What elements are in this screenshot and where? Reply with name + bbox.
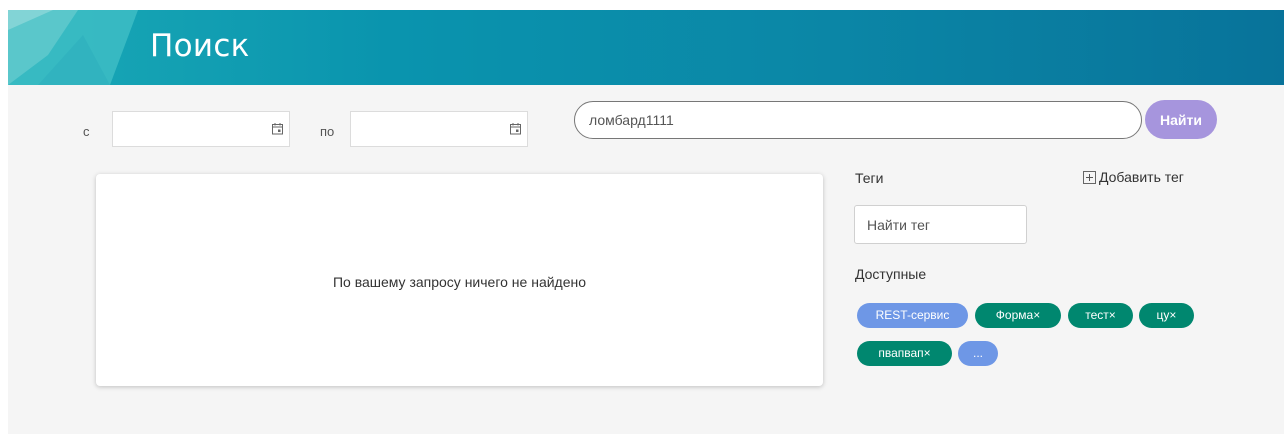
page-title: Поиск	[150, 28, 250, 64]
tags-title: Теги	[855, 170, 884, 186]
available-tags-title: Доступные	[855, 266, 927, 282]
date-to-input[interactable]	[351, 112, 527, 146]
add-tag-button[interactable]: Добавить тег	[1083, 169, 1184, 185]
tag-chip[interactable]: цу×	[1139, 303, 1194, 328]
date-from-input[interactable]	[113, 112, 289, 146]
header-decoration	[8, 10, 138, 85]
tag-chip[interactable]: REST-сервис	[857, 303, 968, 328]
tag-chip[interactable]: тест×	[1068, 303, 1133, 328]
plus-icon	[1083, 170, 1096, 184]
empty-results-message: По вашему запросу ничего не найдено	[332, 274, 587, 290]
tag-search-input[interactable]	[854, 205, 1027, 244]
more-tags-button[interactable]: ...	[958, 341, 998, 366]
tag-chip[interactable]: Форма×	[975, 303, 1061, 328]
tag-chip[interactable]: пвапвап×	[857, 341, 952, 366]
results-panel: По вашему запросу ничего не найдено	[96, 174, 823, 386]
search-input[interactable]	[574, 101, 1142, 139]
date-to-field[interactable]	[350, 111, 528, 147]
date-from-label: с	[83, 124, 90, 139]
add-tag-label: Добавить тег	[1099, 169, 1184, 185]
date-to-label: по	[320, 124, 335, 139]
find-button[interactable]: Найти	[1145, 100, 1217, 139]
calendar-icon[interactable]	[271, 122, 284, 135]
date-from-field[interactable]	[112, 111, 290, 147]
calendar-icon[interactable]	[509, 122, 522, 135]
page-header: Поиск	[8, 10, 1284, 85]
